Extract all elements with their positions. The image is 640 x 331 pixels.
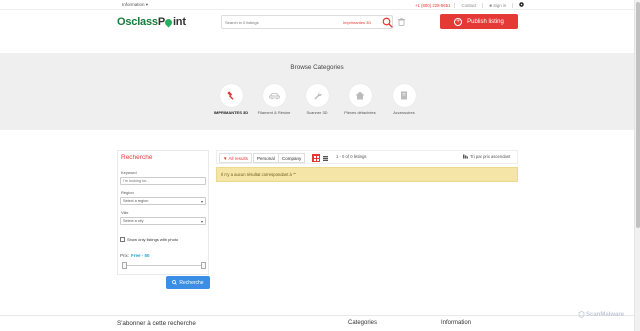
tab-label: All results — [228, 156, 248, 161]
sort-dropdown[interactable]: Tri par prix ascendant — [463, 154, 510, 159]
slider-track — [124, 265, 204, 266]
city-value: Select a city — [123, 219, 144, 223]
tab-company[interactable]: Company — [278, 153, 306, 163]
search-input[interactable] — [225, 18, 335, 27]
category-label: Accessoires — [393, 110, 415, 115]
information-menu[interactable]: Information ▾ — [122, 2, 148, 8]
recherche-button[interactable]: Recherche — [166, 276, 210, 289]
sort-label: Tri par prix ascendant — [470, 154, 511, 159]
sidebar-title: Recherche — [121, 154, 153, 161]
trash-icon[interactable] — [398, 18, 405, 26]
photo-only-checkbox[interactable]: Show only listings with photo — [120, 237, 178, 242]
footer-categories-heading: Categories — [348, 320, 378, 326]
keyword-input[interactable] — [120, 177, 206, 185]
search-button[interactable] — [382, 17, 393, 28]
price-value: Free - 50 — [131, 253, 150, 258]
price-range-label: Prix: Free - 50 — [120, 253, 150, 258]
region-select[interactable]: Select a region ▾ — [120, 197, 206, 205]
publish-listing-button[interactable]: + Publish listing — [440, 14, 518, 29]
house-icon — [348, 84, 372, 107]
category-accessoires[interactable]: Accessoires — [374, 84, 434, 115]
filter-icon: ▼ — [223, 156, 228, 161]
list-view-icon[interactable] — [321, 154, 329, 162]
footer-information-heading: Information — [441, 320, 472, 326]
settings-icon[interactable] — [513, 2, 524, 8]
no-results-alert: Il n'y a aucun résultat correspondant à … — [216, 167, 518, 182]
information-label: Information — [122, 2, 145, 7]
wrench-icon — [305, 84, 329, 107]
subscribe-heading: S'abonner à cette recherche — [117, 320, 196, 327]
top-bar: Information ▾ +1 (800) 228-5651 Contact … — [0, 0, 640, 10]
phone-number[interactable]: +1 (800) 228-5651 — [411, 2, 456, 8]
logo-text-int: int — [172, 16, 186, 28]
tab-all-results[interactable]: ▼ All results — [219, 153, 252, 163]
listings-count: 1 - 0 of 0 listings — [336, 154, 367, 159]
photo-only-label: Show only listings with photo — [127, 237, 179, 242]
logo-text-osclass: Osclass — [117, 16, 158, 28]
book-icon — [392, 84, 416, 107]
chevron-down-icon: ▾ — [200, 219, 203, 224]
sort-icon — [463, 154, 468, 159]
search-bar: Imprimantes 3D — [221, 15, 393, 29]
car-icon — [262, 84, 286, 107]
price-label: Prix: — [120, 253, 129, 258]
recherche-label: Recherche — [179, 279, 204, 286]
footer-divider — [0, 315, 634, 316]
slider-handle-max[interactable] — [201, 262, 206, 269]
shield-icon — [578, 311, 585, 318]
watermark-label: ScanMalware — [586, 311, 625, 318]
region-label: Région — [121, 190, 134, 195]
scanmalware-watermark: ScanMalware — [578, 311, 624, 318]
sign-in-label: Sign in — [493, 2, 507, 8]
page-scrollbar[interactable] — [634, 0, 640, 331]
site-logo[interactable]: OsclassP int — [117, 16, 186, 28]
contact-link[interactable]: Contact — [455, 2, 484, 8]
region-value: Select a region — [123, 199, 149, 203]
top-bar-links: +1 (800) 228-5651 Contact ■ Sign in — [411, 2, 524, 8]
sign-in-link[interactable]: ■ Sign in — [483, 2, 514, 8]
search-icon — [172, 280, 178, 285]
chevron-down-icon: ▾ — [200, 199, 203, 204]
publish-label: Publish listing — [467, 18, 504, 25]
search-category-select[interactable]: Imprimantes 3D — [343, 20, 371, 25]
hammer-icon — [219, 84, 243, 107]
city-select[interactable]: Select a city ▾ — [120, 217, 206, 225]
slider-handle-min[interactable] — [122, 262, 127, 269]
plus-icon: + — [454, 17, 463, 26]
keyword-label: Keyword — [121, 170, 137, 175]
user-icon: ■ — [489, 2, 492, 8]
tab-personal[interactable]: Personal — [253, 153, 279, 163]
city-label: Ville — [121, 210, 129, 215]
browse-categories-title: Browse Categories — [290, 64, 344, 71]
price-slider[interactable] — [122, 262, 206, 269]
checkbox-box[interactable] — [120, 237, 125, 242]
search-icon — [382, 17, 393, 28]
scrollbar-thumb[interactable] — [636, 2, 640, 228]
grid-view-icon[interactable] — [312, 154, 320, 162]
